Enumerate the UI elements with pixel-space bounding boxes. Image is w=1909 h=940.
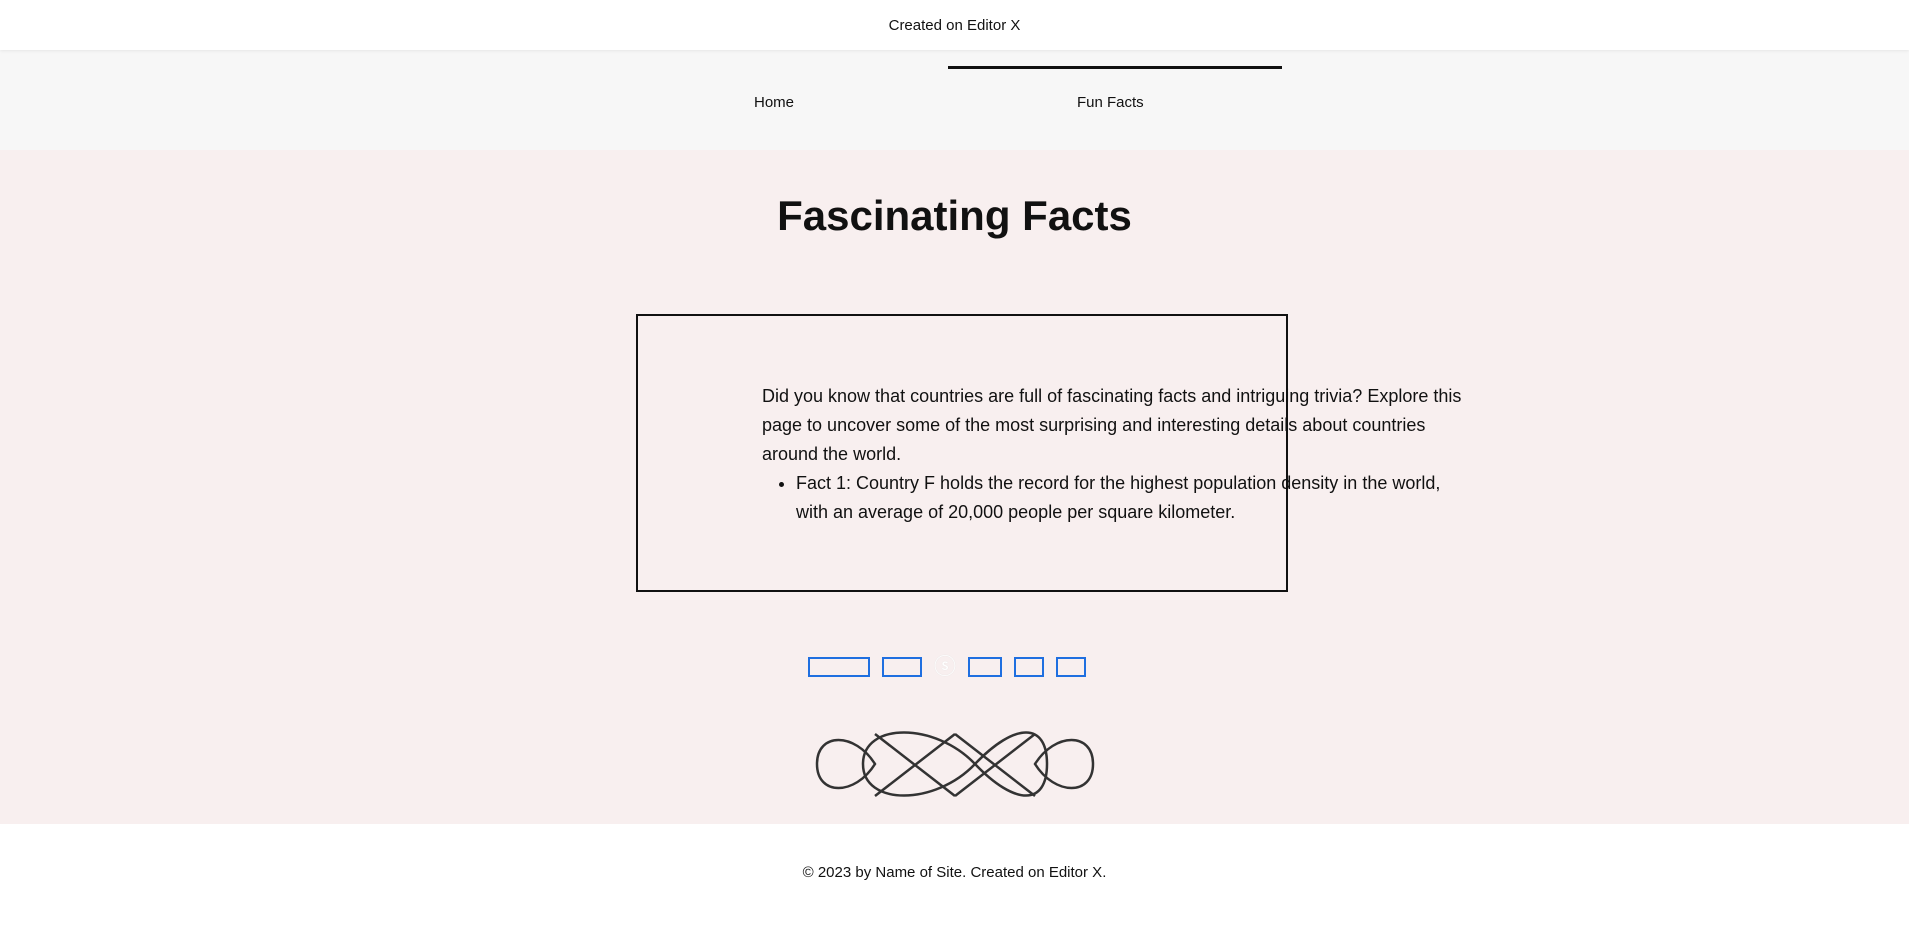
facts-list: Fact 1: Country F holds the record for t… bbox=[762, 469, 1462, 527]
infinity-logo-icon bbox=[815, 731, 1095, 797]
active-tab-indicator bbox=[948, 66, 1282, 69]
main-section: Fascinating Facts Did you know that coun… bbox=[0, 150, 1909, 824]
top-banner: Created on Editor X bbox=[0, 0, 1909, 50]
nav-item-fun-facts[interactable]: Fun Facts bbox=[1077, 94, 1144, 111]
decorative-glyph-icon: ⓢ bbox=[934, 654, 957, 679]
banner-created: Created bbox=[888, 16, 942, 34]
social-link-4-icon[interactable] bbox=[1014, 657, 1045, 677]
facts-text-block: Did you know that countries are full of … bbox=[762, 382, 1462, 527]
footer-copyright: © 2023 by Name of Site bbox=[802, 864, 963, 881]
site-footer: © 2023 by Name of Site. Created on Edito… bbox=[0, 824, 1909, 940]
page-title: Fascinating Facts bbox=[777, 192, 1132, 239]
social-link-2-icon[interactable] bbox=[882, 657, 922, 677]
banner-editor-link[interactable]: on Editor bbox=[942, 17, 1006, 34]
banner-text: Created on Editor X bbox=[889, 17, 1021, 34]
site-nav: Home Fun Facts bbox=[0, 50, 1909, 150]
banner-x: X bbox=[1006, 16, 1021, 34]
social-bar: ⓢ bbox=[808, 654, 1087, 680]
fact-item: Fact 1: Country F holds the record for t… bbox=[796, 469, 1462, 527]
social-link-3-icon[interactable] bbox=[968, 657, 1003, 677]
social-link-5-icon[interactable] bbox=[1056, 657, 1087, 677]
social-link-1-icon[interactable] bbox=[808, 657, 870, 677]
nav-item-home[interactable]: Home bbox=[754, 94, 794, 111]
footer-x: X. bbox=[1088, 864, 1107, 881]
footer-editor-link[interactable]: . Created on Editor bbox=[962, 864, 1088, 881]
footer-text: © 2023 by Name of Site. Created on Edito… bbox=[0, 864, 1909, 881]
intro-paragraph: Did you know that countries are full of … bbox=[762, 386, 1462, 464]
